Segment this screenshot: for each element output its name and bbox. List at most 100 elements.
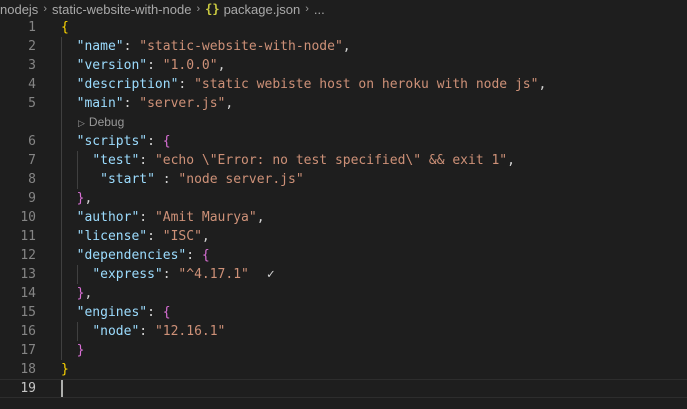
code-token: "node server.js"	[178, 172, 304, 187]
code-text: },	[61, 284, 93, 303]
code-text: "main": "server.js",	[61, 94, 234, 113]
code-token: "Amit Maurya"	[154, 210, 257, 225]
code-token: ,	[256, 210, 265, 225]
code-token: "test"	[92, 153, 140, 168]
code-text: }	[61, 360, 69, 379]
line-number: 1	[28, 20, 36, 35]
line-number: 2	[28, 39, 36, 54]
debug-codelens-label: Debug	[88, 115, 125, 129]
code-token: "echo \"Error: no test specified\" && ex…	[154, 153, 508, 168]
line-number: 11	[20, 229, 36, 244]
code-token: ,	[342, 39, 351, 54]
code-text: "license": "ISC",	[61, 227, 210, 246]
code-line[interactable]: 5 "main": "server.js",	[0, 94, 687, 113]
code-text: "node": "12.16.1"	[61, 322, 225, 341]
indent-guide	[76, 322, 78, 341]
code-editor[interactable]: ▷ Debug 1{2 "name": "static-website-with-…	[0, 18, 687, 409]
line-number: 7	[28, 153, 36, 168]
code-text: },	[61, 189, 93, 208]
code-line[interactable]: 18}	[0, 360, 687, 379]
code-line[interactable]: 10 "author": "Amit Maurya",	[0, 208, 687, 227]
check-icon: ✓	[266, 267, 275, 282]
code-token: ,	[84, 191, 93, 206]
code-line[interactable]: 13 "express": "^4.17.1" ✓	[0, 265, 687, 284]
code-line[interactable]: 19	[0, 379, 687, 398]
breadcrumb-file-package-json[interactable]: package.json	[224, 2, 301, 17]
text-cursor	[61, 380, 63, 397]
code-text: "express": "^4.17.1" ✓	[61, 265, 275, 284]
breadcrumb-folder-project[interactable]: static-website-with-node	[52, 2, 191, 17]
chevron-right-icon: ›	[43, 3, 47, 15]
code-token: :	[186, 248, 202, 263]
code-line[interactable]: 7 "test": "echo \"Error: no test specifi…	[0, 151, 687, 170]
code-token: ,	[538, 77, 547, 92]
code-line[interactable]: 9 },	[0, 189, 687, 208]
code-token: :	[154, 172, 179, 187]
code-text: {	[61, 18, 69, 37]
code-line[interactable]: 2 "name": "static-website-with-node",	[0, 37, 687, 56]
code-token: }	[76, 343, 85, 358]
code-token: "author"	[76, 210, 140, 225]
code-token: "dependencies"	[76, 248, 187, 263]
code-token: :	[147, 305, 163, 320]
code-line[interactable]: 17 }	[0, 341, 687, 360]
code-token: "main"	[76, 96, 124, 111]
breadcrumb-folder-nodejs[interactable]: nodejs	[0, 2, 38, 17]
line-number: 16	[20, 324, 36, 339]
code-token: "^4.17.1"	[178, 267, 249, 282]
code-token: "express"	[92, 267, 163, 282]
code-text: "author": "Amit Maurya",	[61, 208, 265, 227]
code-line[interactable]: 6 "scripts": {	[0, 132, 687, 151]
code-token: "description"	[76, 77, 179, 92]
code-token: {	[61, 20, 69, 35]
line-number: 18	[20, 362, 36, 377]
code-line[interactable]: 16 "node": "12.16.1"	[0, 322, 687, 341]
codelens-debug: ▷ Debug	[0, 113, 687, 132]
code-line[interactable]: 8 "start" : "node server.js"	[0, 170, 687, 189]
code-line[interactable]: 3 "version": "1.0.0",	[0, 56, 687, 75]
chevron-right-icon: ›	[305, 3, 309, 15]
code-token: ,	[217, 58, 226, 73]
code-line[interactable]: 4 "description": "static webiste host on…	[0, 75, 687, 94]
code-token: {	[162, 134, 171, 149]
line-number: 14	[20, 286, 36, 301]
code-token: "static-website-with-node"	[139, 39, 343, 54]
code-line[interactable]: 1{	[0, 18, 687, 37]
line-number: 9	[28, 191, 36, 206]
code-token: :	[123, 39, 140, 54]
code-token: {	[162, 305, 171, 320]
code-text: "description": "static webiste host on h…	[61, 75, 547, 94]
code-token: :	[178, 77, 195, 92]
code-token: ,	[507, 153, 515, 168]
code-token: :	[147, 134, 163, 149]
line-number: 6	[28, 134, 36, 149]
line-number: 15	[20, 305, 36, 320]
code-token: "1.0.0"	[162, 58, 218, 73]
breadcrumb: nodejs › static-website-with-node › {} p…	[0, 0, 687, 18]
code-token: "version"	[76, 58, 148, 73]
code-token: }	[61, 362, 69, 377]
line-number: 10	[20, 210, 36, 225]
code-line[interactable]: 15 "engines": {	[0, 303, 687, 322]
code-token: :	[147, 58, 163, 73]
code-line[interactable]: 11 "license": "ISC",	[0, 227, 687, 246]
line-number: 12	[20, 248, 36, 263]
code-token: "server.js"	[139, 96, 226, 111]
indent-guide	[61, 37, 62, 360]
code-text: "name": "static-website-with-node",	[61, 37, 351, 56]
code-token: "start"	[100, 172, 155, 187]
code-token: "license"	[76, 229, 148, 244]
code-text: "version": "1.0.0",	[61, 56, 226, 75]
breadcrumb-symbols-ellipsis[interactable]: ...	[314, 2, 325, 17]
code-token: "12.16.1"	[154, 324, 226, 339]
indent-guide	[76, 265, 78, 284]
debug-codelens-button[interactable]: ▷ Debug	[78, 113, 124, 133]
code-line[interactable]: 12 "dependencies": {	[0, 246, 687, 265]
code-line[interactable]: 14 },	[0, 284, 687, 303]
code-token: "engines"	[76, 305, 148, 320]
line-number: 17	[20, 343, 36, 358]
code-token: "scripts"	[76, 134, 148, 149]
indent-guide	[76, 151, 78, 189]
code-token: :	[139, 324, 155, 339]
code-token: {	[201, 248, 210, 263]
